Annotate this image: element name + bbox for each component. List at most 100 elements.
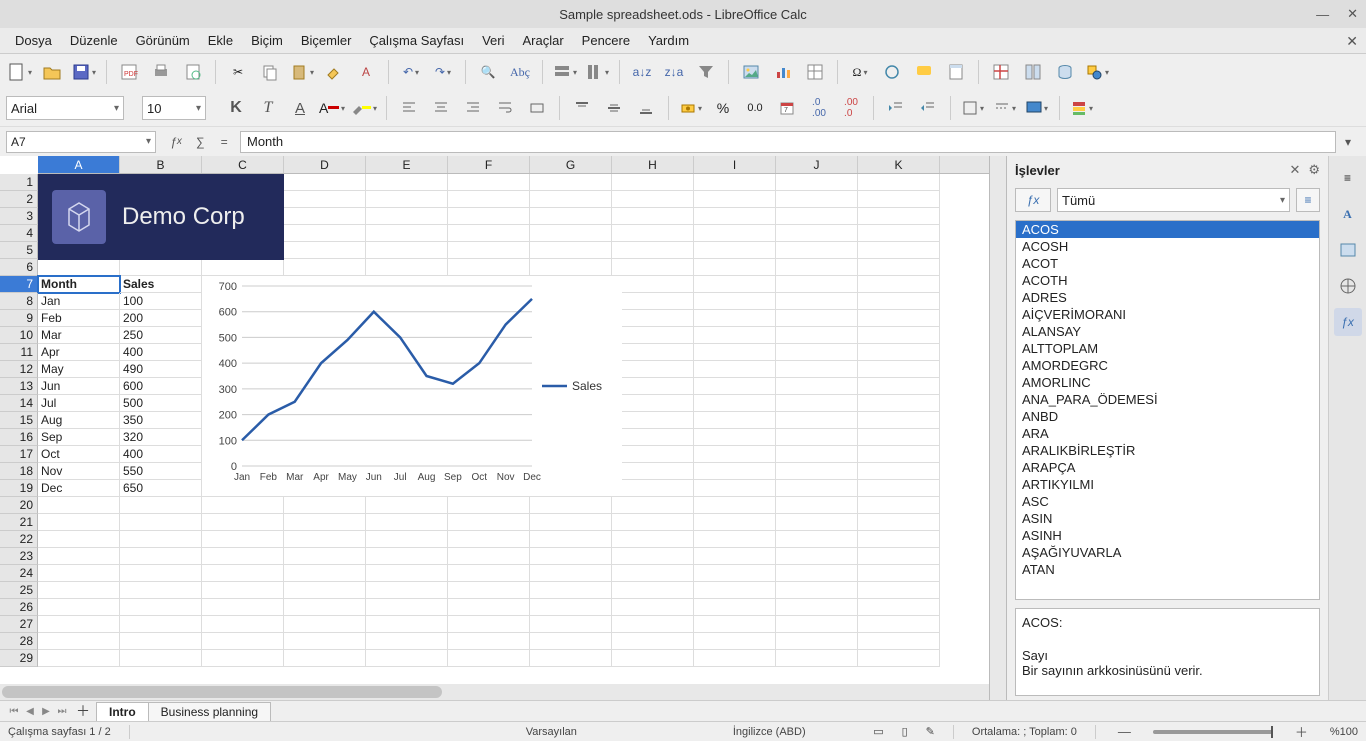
function-item[interactable]: ASINH [1016, 527, 1319, 544]
cell-G4[interactable] [530, 225, 612, 242]
cell-E20[interactable] [366, 497, 448, 514]
cell-K8[interactable] [858, 293, 940, 310]
autofilter-button[interactable] [692, 58, 720, 86]
cell-G20[interactable] [530, 497, 612, 514]
cell-H18[interactable] [612, 463, 694, 480]
row-hdr-27[interactable]: 27 [0, 616, 38, 633]
cell-J28[interactable] [776, 633, 858, 650]
cell-K3[interactable] [858, 208, 940, 225]
cell-B18[interactable]: 550 [120, 463, 202, 480]
conditional-format-button[interactable] [1068, 94, 1096, 122]
cell-H21[interactable] [612, 514, 694, 531]
cell-F1[interactable] [448, 174, 530, 191]
cell-I25[interactable] [694, 582, 776, 599]
comment-button[interactable] [910, 58, 938, 86]
cell-K23[interactable] [858, 548, 940, 565]
cell-B6[interactable] [120, 259, 202, 276]
menu-help[interactable]: Yardım [639, 30, 698, 51]
cell-F2[interactable] [448, 191, 530, 208]
cell-K21[interactable] [858, 514, 940, 531]
function-item[interactable]: ACOT [1016, 255, 1319, 272]
row-hdr-8[interactable]: 8 [0, 293, 38, 310]
cell-F3[interactable] [448, 208, 530, 225]
row-hdr-5[interactable]: 5 [0, 242, 38, 259]
row-hdr-24[interactable]: 24 [0, 565, 38, 582]
cell-B26[interactable] [120, 599, 202, 616]
col-hdr-I[interactable]: I [694, 156, 776, 173]
row-hdr-26[interactable]: 26 [0, 599, 38, 616]
function-item[interactable]: ARTIKYILMI [1016, 476, 1319, 493]
cell-H17[interactable] [612, 446, 694, 463]
clone-formatting-button[interactable] [320, 58, 348, 86]
font-color-button[interactable]: A [318, 94, 346, 122]
export-pdf-button[interactable]: PDF [115, 58, 143, 86]
row-hdr-15[interactable]: 15 [0, 412, 38, 429]
cell-K13[interactable] [858, 378, 940, 395]
function-item[interactable]: ADRES [1016, 289, 1319, 306]
cell-H5[interactable] [612, 242, 694, 259]
menu-window[interactable]: Pencere [573, 30, 639, 51]
col-hdr-H[interactable]: H [612, 156, 694, 173]
cell-B27[interactable] [120, 616, 202, 633]
cell-A13[interactable]: Jun [38, 378, 120, 395]
menu-styles[interactable]: Biçemler [292, 30, 361, 51]
cell-I16[interactable] [694, 429, 776, 446]
status-language[interactable]: İngilizce (ABD) [733, 726, 806, 738]
cell-H29[interactable] [612, 650, 694, 667]
cell-A18[interactable]: Nov [38, 463, 120, 480]
cell-A11[interactable]: Apr [38, 344, 120, 361]
align-right-button[interactable] [459, 94, 487, 122]
cell-H14[interactable] [612, 395, 694, 412]
cell-J19[interactable] [776, 480, 858, 497]
cell-A26[interactable] [38, 599, 120, 616]
sidebar-tab-functions-icon[interactable]: ƒx [1334, 308, 1362, 336]
col-hdr-K[interactable]: K [858, 156, 940, 173]
cell-K1[interactable] [858, 174, 940, 191]
cell-K2[interactable] [858, 191, 940, 208]
cell-A9[interactable]: Feb [38, 310, 120, 327]
cell-I12[interactable] [694, 361, 776, 378]
cell-B25[interactable] [120, 582, 202, 599]
cell-G2[interactable] [530, 191, 612, 208]
sheet-tab[interactable]: Intro [96, 702, 149, 721]
font-name-combo[interactable]: Arial▾ [6, 96, 124, 120]
cell-H26[interactable] [612, 599, 694, 616]
border-style-button[interactable] [991, 94, 1019, 122]
cell-E27[interactable] [366, 616, 448, 633]
cell-D26[interactable] [284, 599, 366, 616]
menu-file[interactable]: Dosya [6, 30, 61, 51]
redo-button[interactable]: ↷ [429, 58, 457, 86]
cell-E4[interactable] [366, 225, 448, 242]
cell-I28[interactable] [694, 633, 776, 650]
cell-C21[interactable] [202, 514, 284, 531]
headers-footers-button[interactable] [942, 58, 970, 86]
cell-A27[interactable] [38, 616, 120, 633]
menu-tools[interactable]: Araçlar [513, 30, 572, 51]
insert-image-button[interactable] [737, 58, 765, 86]
cell-H12[interactable] [612, 361, 694, 378]
cell-B11[interactable]: 400 [120, 344, 202, 361]
number-format-button[interactable]: 0.0 [741, 94, 769, 122]
function-item[interactable]: ASIN [1016, 510, 1319, 527]
cell-K5[interactable] [858, 242, 940, 259]
cell-D2[interactable] [284, 191, 366, 208]
cell-J14[interactable] [776, 395, 858, 412]
cell-D28[interactable] [284, 633, 366, 650]
print-preview-button[interactable] [179, 58, 207, 86]
align-left-button[interactable] [395, 94, 423, 122]
cell-A7[interactable]: Month [38, 276, 120, 293]
cell-B29[interactable] [120, 650, 202, 667]
menu-sheet[interactable]: Çalışma Sayfası [360, 30, 473, 51]
cell-A17[interactable]: Oct [38, 446, 120, 463]
cell-A24[interactable] [38, 565, 120, 582]
cell-J3[interactable] [776, 208, 858, 225]
cell-J25[interactable] [776, 582, 858, 599]
row-hdr-13[interactable]: 13 [0, 378, 38, 395]
cell-H11[interactable] [612, 344, 694, 361]
cell-H8[interactable] [612, 293, 694, 310]
cell-B28[interactable] [120, 633, 202, 650]
cell-G26[interactable] [530, 599, 612, 616]
cell-H20[interactable] [612, 497, 694, 514]
cell-D6[interactable] [284, 259, 366, 276]
sidebar-close-icon[interactable]: ✕ [1289, 162, 1300, 178]
